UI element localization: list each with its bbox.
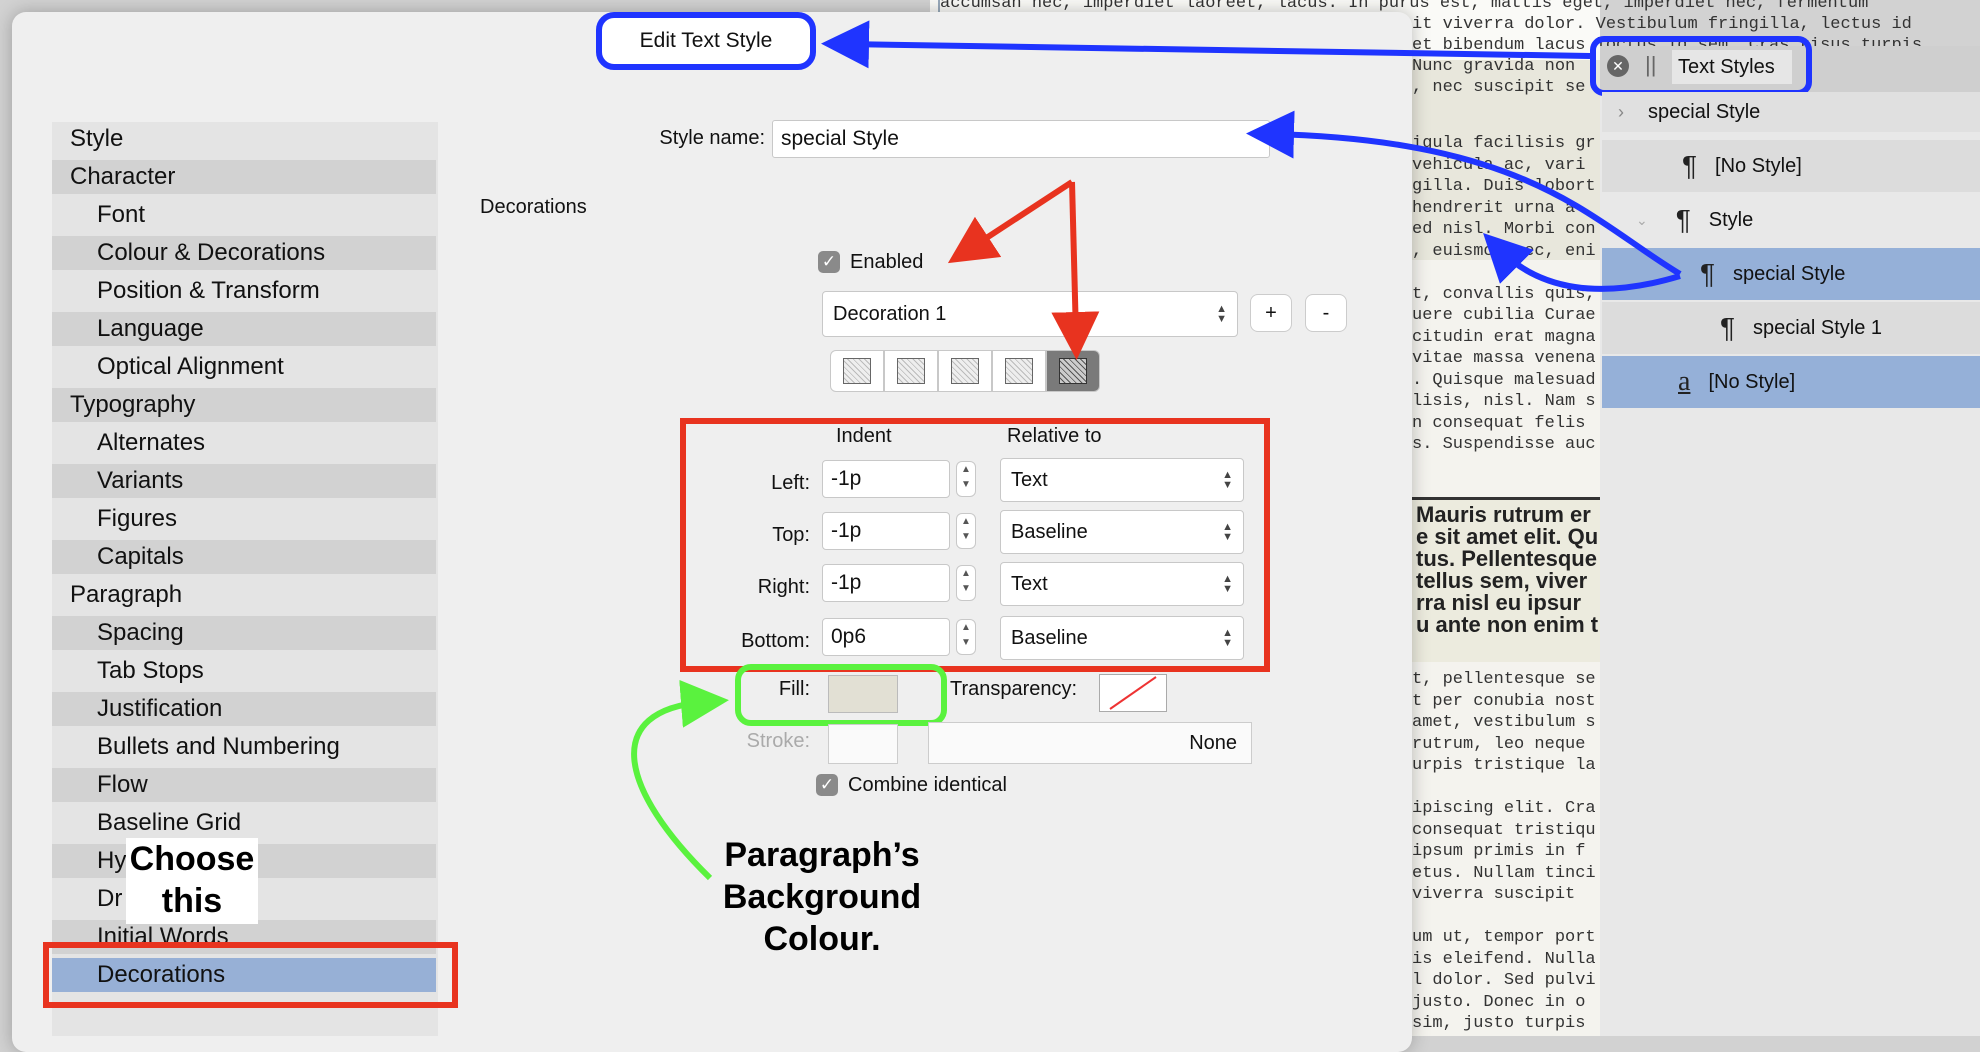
annotation-arrows [631,20,1682,881]
arrow-to-enabled [947,179,1074,264]
arrow-to-decoration-type [1051,181,1100,360]
arrow-to-style-name [1246,110,1682,277]
arrow-to-title [821,20,1591,69]
arrow-to-fill [631,679,729,881]
